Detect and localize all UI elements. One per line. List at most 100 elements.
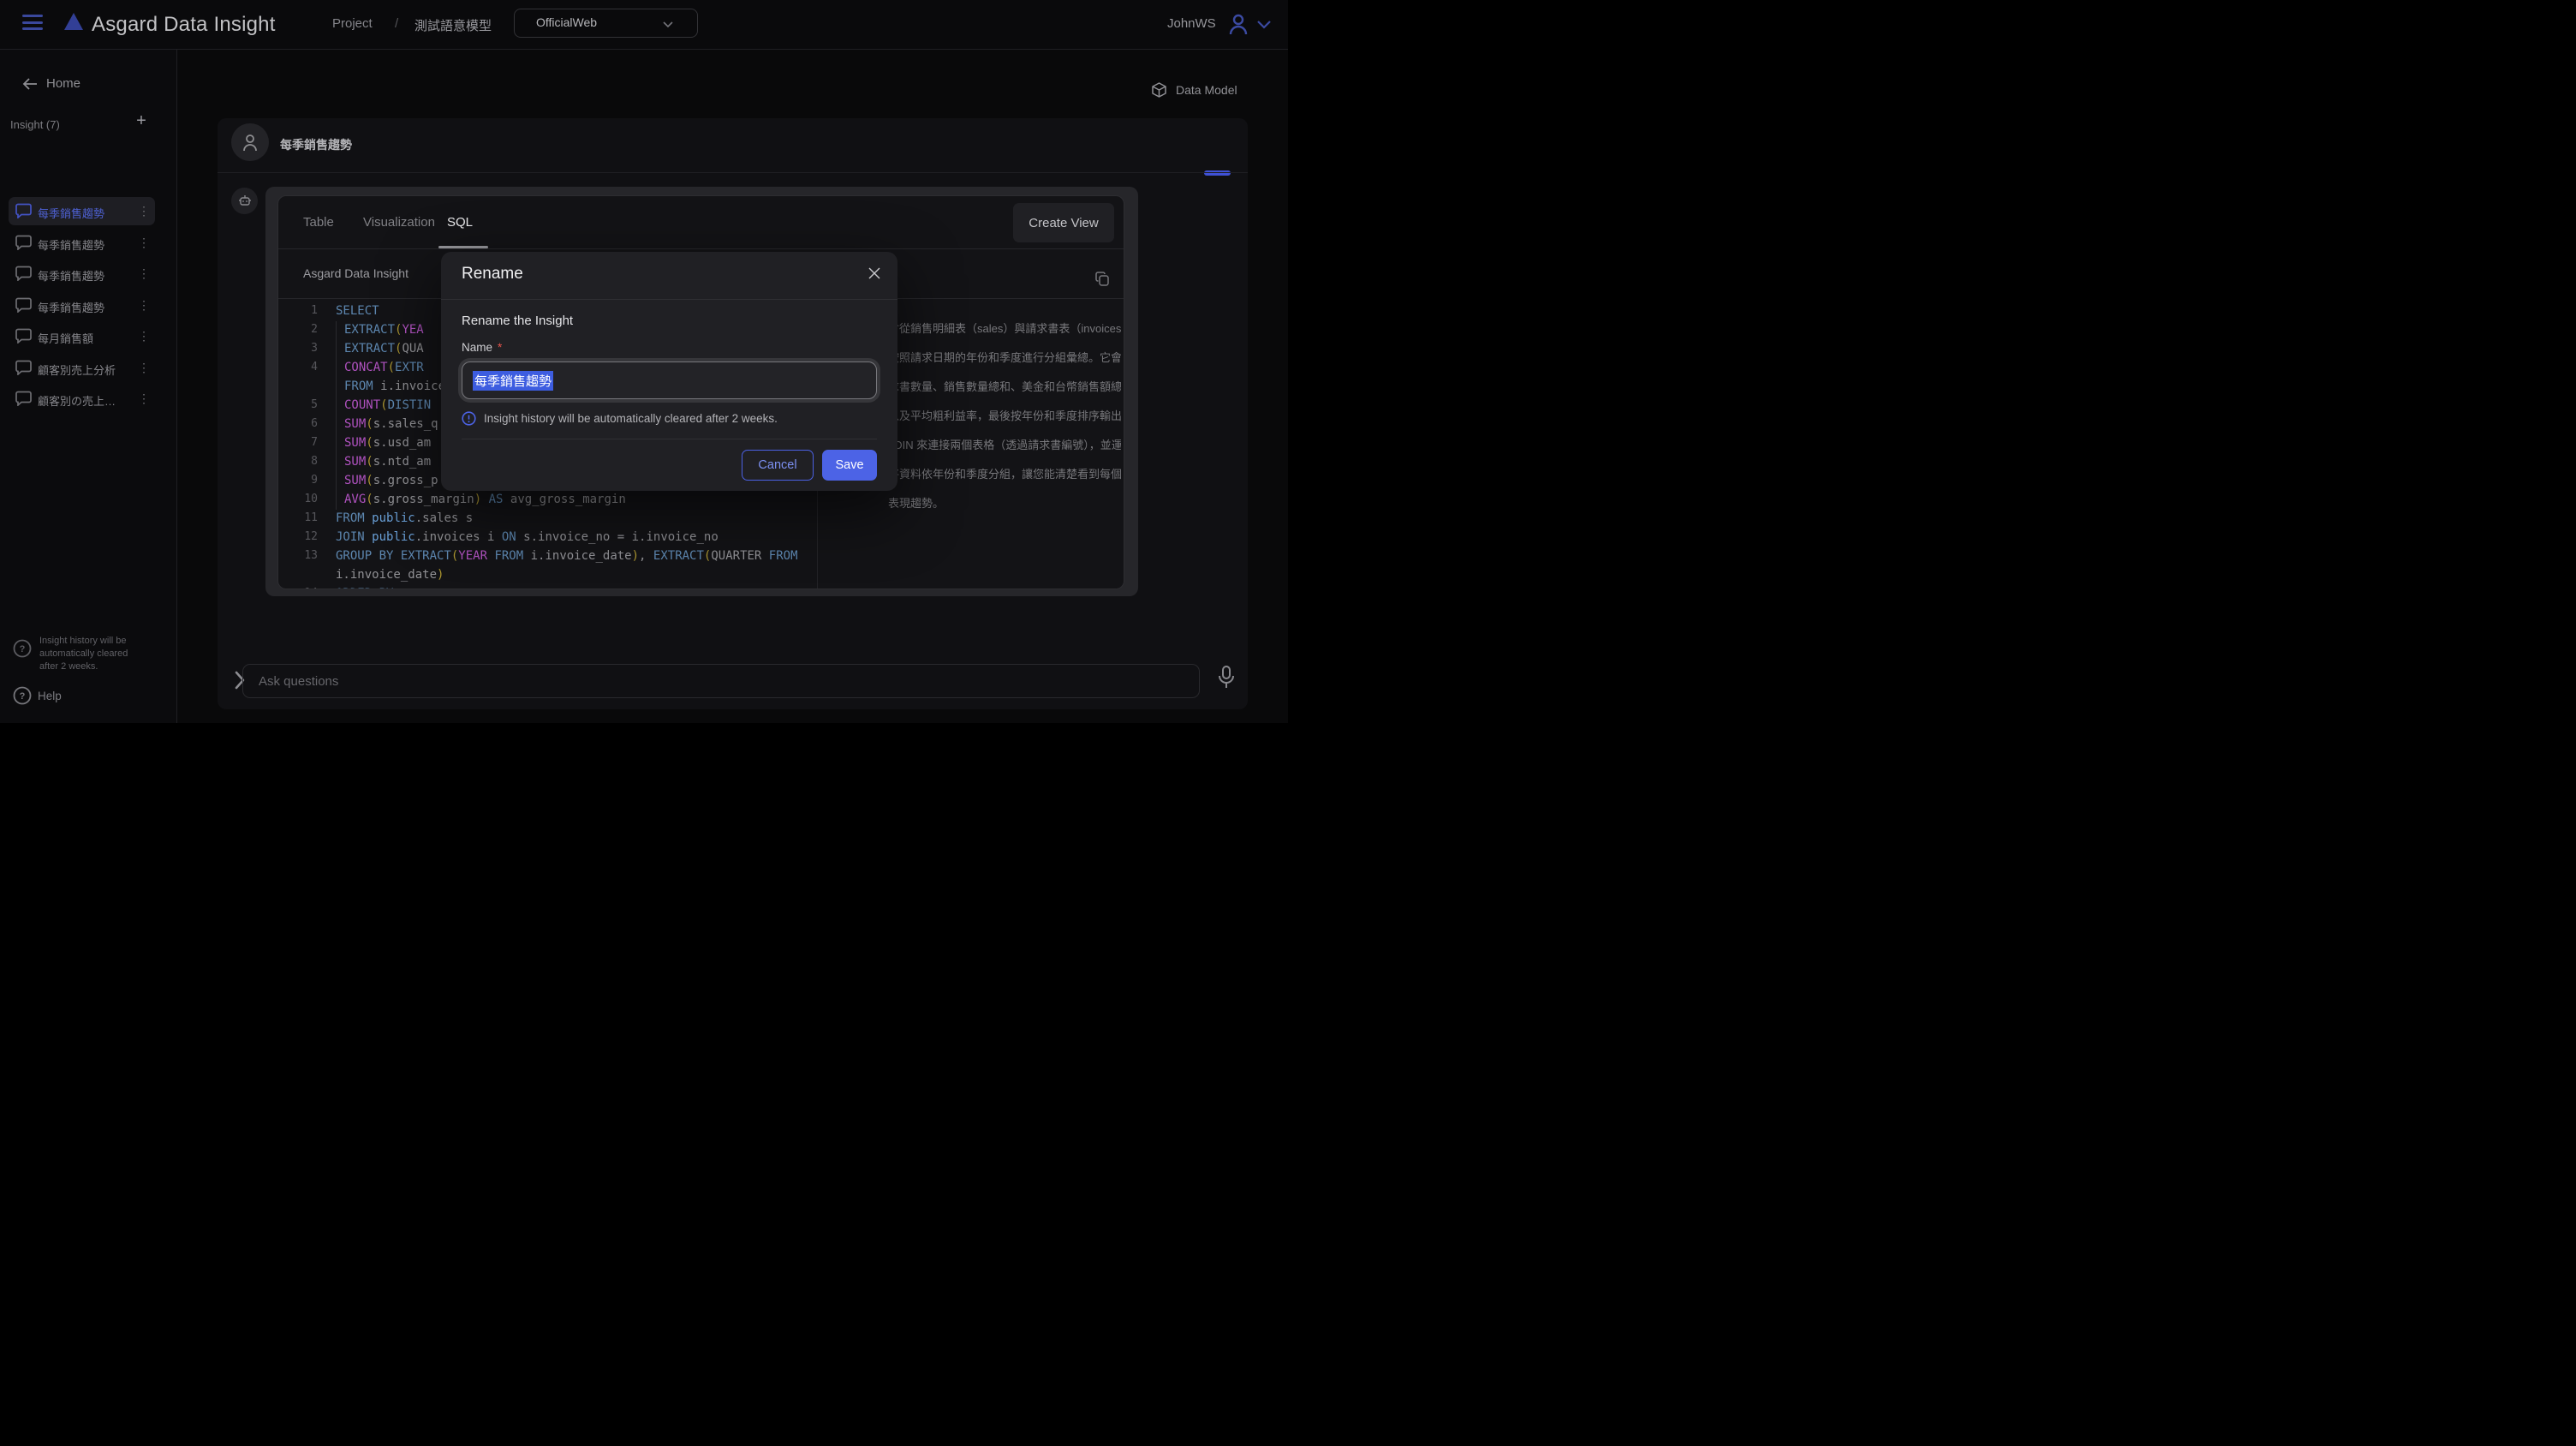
chevron-down-icon [663, 21, 673, 28]
line-number: 13 [278, 547, 318, 565]
more-vertical-icon[interactable]: ⋮ [138, 329, 150, 344]
explanation-line: 按照請求日期的年份和季度進行分組彙總。它會計 [888, 344, 1121, 373]
insight-question-title: 每季銷售趨勢 [280, 136, 352, 153]
sidebar-item-label: 每季銷售趨勢 [38, 205, 104, 221]
modal-title: Rename [462, 265, 523, 284]
sidebar-item-insight-5[interactable]: 每月銷售額 ⋮ [9, 322, 155, 350]
code-token: EXTRACT [344, 342, 395, 356]
explanation-line: 將資料依年份和季度分組，讓您能清楚看到每個季 [888, 460, 1121, 489]
code-token: i.invoice_date [523, 549, 631, 563]
tab-table[interactable]: Table [303, 215, 334, 230]
code-token: FROM [336, 511, 365, 525]
more-vertical-icon[interactable]: ⋮ [138, 298, 150, 313]
code-token [365, 530, 372, 544]
code-token: s.gross_margin [373, 493, 474, 506]
sidebar-item-insight-2[interactable]: 每季銷售趨勢 ⋮ [9, 229, 155, 257]
breadcrumb-page: 測試語意模型 [414, 16, 492, 34]
code-token: s.gross_p [373, 474, 438, 487]
code-token: ORDER BY [336, 587, 393, 589]
create-view-button[interactable]: Create View [1013, 203, 1114, 242]
cancel-button[interactable]: Cancel [742, 450, 814, 481]
code-line: i.invoice_date) [278, 565, 816, 584]
help-icon[interactable]: ? [13, 686, 32, 705]
save-button[interactable]: Save [822, 450, 877, 481]
create-view-label: Create View [1029, 216, 1098, 230]
code-token [365, 511, 372, 525]
data-model-button[interactable]: Data Model [1152, 82, 1237, 98]
code-token: public [372, 511, 415, 525]
microphone-icon[interactable] [1216, 665, 1237, 692]
line-number: 9 [278, 471, 318, 490]
code-token: .invoices i [415, 530, 495, 544]
code-token: ( [366, 474, 373, 487]
tab-sql[interactable]: SQL [447, 215, 473, 230]
sidebar-item-insight-1[interactable]: 每季銷售趨勢 ⋮ [9, 197, 155, 225]
sidebar-item-insight-3[interactable]: 每季銷售趨勢 ⋮ [9, 260, 155, 288]
more-vertical-icon[interactable]: ⋮ [138, 391, 150, 406]
breadcrumb-project[interactable]: Project [332, 16, 373, 31]
user-menu-chevron-down-icon[interactable] [1257, 21, 1271, 29]
code-token: s.usd_am [373, 436, 431, 450]
code-token: AVG [344, 493, 366, 506]
panel-divider [278, 248, 1124, 249]
code-line: 10AVG(s.gross_margin) AS avg_gross_margi… [278, 490, 816, 509]
model-select-value: OfficialWeb [536, 15, 597, 29]
code-token: AS [481, 493, 503, 506]
code-token: QUA [402, 342, 423, 356]
rename-modal: Rename Rename the Insight Name* 每季銷售趨勢 I… [441, 252, 897, 491]
add-insight-button[interactable]: + [133, 112, 150, 129]
copy-icon[interactable] [1095, 272, 1110, 286]
hamburger-menu-icon[interactable] [22, 15, 43, 33]
rename-input-selected-value: 每季銷售趨勢 [473, 371, 553, 391]
sidebar-home-button[interactable]: Home [22, 76, 80, 91]
card-divider [218, 172, 1248, 173]
explanation-line: 會從銷售明細表（sales）與請求書表（invoices） [888, 314, 1121, 344]
modal-note-text: Insight history will be automatically cl… [484, 412, 778, 425]
more-vertical-icon[interactable]: ⋮ [138, 361, 150, 375]
top-header: Asgard Data Insight Project / 測試語意模型 Off… [0, 0, 1288, 50]
code-token: .sales s [415, 511, 473, 525]
code-token: EXTRACT [344, 323, 395, 337]
model-select-dropdown[interactable]: OfficialWeb [514, 9, 698, 38]
code-token: ) [632, 549, 639, 563]
line-number: 8 [278, 452, 318, 471]
line-number: 5 [278, 396, 318, 415]
tab-visualization[interactable]: Visualization [363, 215, 435, 230]
sidebar-item-insight-7[interactable]: 顧客別の売上… ⋮ [9, 385, 155, 413]
user-avatar-icon[interactable] [1228, 13, 1249, 35]
sidebar-item-label: 每季銷售趨勢 [38, 299, 104, 315]
code-token: EXTRACT [646, 549, 703, 563]
robot-icon [238, 194, 252, 207]
sidebar-item-insight-6[interactable]: 顧客別売上分析 ⋮ [9, 354, 155, 382]
code-token: ( [366, 493, 373, 506]
app-logo-triangle-icon [64, 13, 83, 30]
code-token: FROM [761, 549, 797, 563]
sidebar-item-label: 每季銷售趨勢 [38, 236, 104, 253]
sidebar-item-label: 顧客別売上分析 [38, 362, 116, 378]
chat-bubble-icon [15, 391, 32, 406]
code-token: i.invoice [373, 379, 445, 393]
line-number: 1 [278, 302, 318, 320]
more-vertical-icon[interactable]: ⋮ [138, 266, 150, 281]
more-vertical-icon[interactable]: ⋮ [138, 236, 150, 250]
code-token: i.invoice_date [336, 568, 437, 582]
code-token: SUM [344, 417, 366, 431]
code-token: s.ntd_am [373, 455, 431, 469]
code-line: 14ORDER BY year, quarter [278, 584, 816, 589]
chat-bubble-icon [15, 360, 32, 375]
sidebar-section-label: Insight (7) [10, 118, 60, 131]
breadcrumb-separator: / [395, 16, 398, 31]
svg-text:?: ? [20, 691, 26, 702]
app-title: Asgard Data Insight [92, 13, 276, 37]
rename-input[interactable]: 每季銷售趨勢 [462, 362, 877, 399]
code-token: SELECT [336, 304, 379, 318]
required-asterisk: * [498, 341, 502, 354]
ask-questions-input[interactable] [242, 664, 1200, 698]
more-vertical-icon[interactable]: ⋮ [138, 204, 150, 218]
help-label[interactable]: Help [38, 690, 62, 702]
code-token: public [372, 530, 415, 544]
user-message-avatar [231, 123, 269, 161]
close-icon[interactable] [868, 267, 880, 279]
line-number: 14 [278, 584, 318, 589]
sidebar-item-insight-4[interactable]: 每季銷售趨勢 ⋮ [9, 291, 155, 320]
